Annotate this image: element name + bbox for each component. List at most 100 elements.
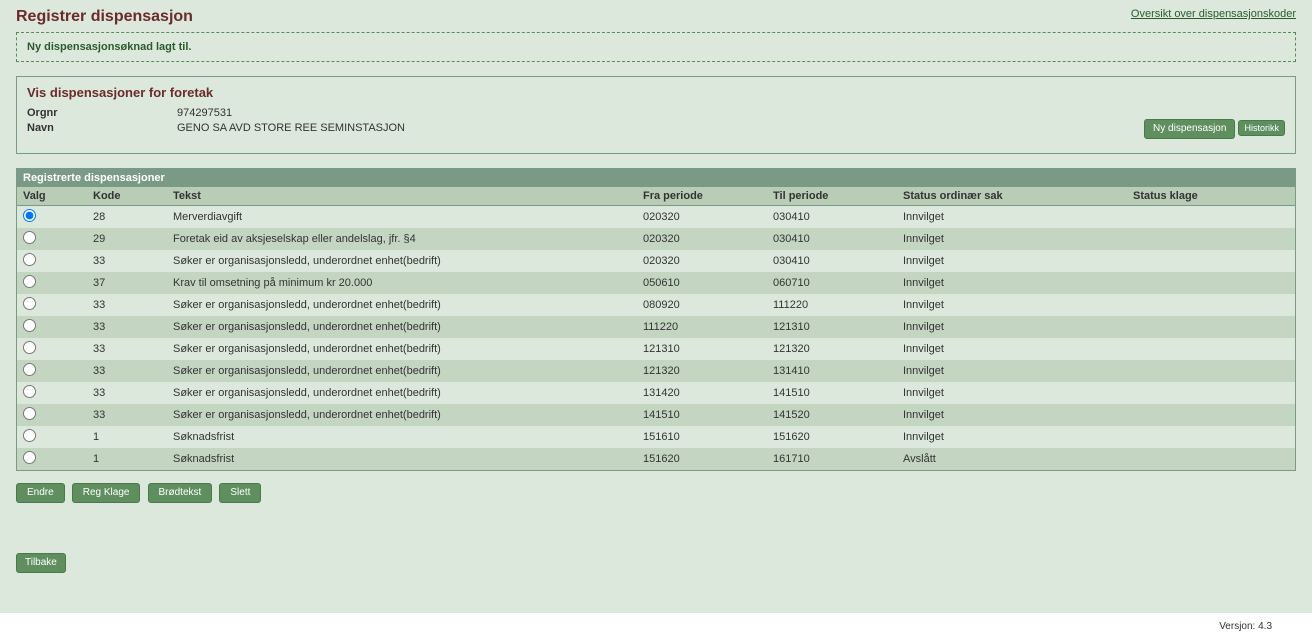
cell-tekst: Søker er organisasjonsledd, underordnet … bbox=[167, 404, 637, 426]
cell-til: 121320 bbox=[767, 338, 897, 360]
cell-klage bbox=[1127, 404, 1295, 426]
table-row: 33Søker er organisasjonsledd, underordne… bbox=[17, 404, 1295, 426]
brodtekst-button[interactable]: Brødtekst bbox=[148, 483, 213, 503]
row-select-radio[interactable] bbox=[23, 231, 36, 244]
orgnr-label: Orgnr bbox=[27, 106, 177, 121]
cell-status: Innvilget bbox=[897, 382, 1127, 404]
new-dispensasjon-button[interactable]: Ny dispensasjon bbox=[1144, 119, 1235, 139]
row-select-radio[interactable] bbox=[23, 407, 36, 420]
row-select-radio[interactable] bbox=[23, 275, 36, 288]
codes-overview-link[interactable]: Oversikt over dispensasjonskoder bbox=[1131, 8, 1296, 20]
cell-status: Innvilget bbox=[897, 338, 1127, 360]
cell-tekst: Søker er organisasjonsledd, underordnet … bbox=[167, 360, 637, 382]
cell-til: 060710 bbox=[767, 272, 897, 294]
cell-tekst: Søker er organisasjonsledd, underordnet … bbox=[167, 338, 637, 360]
col-header-status: Status ordinær sak bbox=[897, 187, 1127, 206]
cell-fra: 020320 bbox=[637, 228, 767, 250]
table-row: 37Krav til omsetning på minimum kr 20.00… bbox=[17, 272, 1295, 294]
row-select-radio[interactable] bbox=[23, 297, 36, 310]
cell-til: 141520 bbox=[767, 404, 897, 426]
cell-klage bbox=[1127, 272, 1295, 294]
cell-kode: 33 bbox=[87, 316, 167, 338]
cell-klage bbox=[1127, 448, 1295, 470]
cell-fra: 080920 bbox=[637, 294, 767, 316]
cell-klage bbox=[1127, 250, 1295, 272]
endre-button[interactable]: Endre bbox=[16, 483, 65, 503]
table-row: 29Foretak eid av aksjeselskap eller ande… bbox=[17, 228, 1295, 250]
cell-fra: 111220 bbox=[637, 316, 767, 338]
cell-status: Innvilget bbox=[897, 426, 1127, 448]
cell-til: 030410 bbox=[767, 250, 897, 272]
table-row: 33Søker er organisasjonsledd, underordne… bbox=[17, 294, 1295, 316]
cell-status: Innvilget bbox=[897, 404, 1127, 426]
orgnr-value: 974297531 bbox=[177, 106, 1285, 121]
cell-kode: 33 bbox=[87, 382, 167, 404]
cell-tekst: Søknadsfrist bbox=[167, 448, 637, 470]
row-select-radio[interactable] bbox=[23, 363, 36, 376]
table-row: 1Søknadsfrist151610151620Innvilget bbox=[17, 426, 1295, 448]
table-row: 33Søker er organisasjonsledd, underordne… bbox=[17, 360, 1295, 382]
col-header-fra: Fra periode bbox=[637, 187, 767, 206]
history-button[interactable]: Historikk bbox=[1238, 120, 1285, 137]
dispensasjoner-table-container: Registrerte dispensasjoner Valg Kode Tek… bbox=[16, 168, 1296, 471]
col-header-valg: Valg bbox=[17, 187, 87, 206]
cell-klage bbox=[1127, 360, 1295, 382]
row-select-radio[interactable] bbox=[23, 429, 36, 442]
row-select-radio[interactable] bbox=[23, 385, 36, 398]
cell-kode: 33 bbox=[87, 294, 167, 316]
cell-tekst: Krav til omsetning på minimum kr 20.000 bbox=[167, 272, 637, 294]
cell-fra: 050610 bbox=[637, 272, 767, 294]
cell-til: 131410 bbox=[767, 360, 897, 382]
success-banner: Ny dispensasjonsøknad lagt til. bbox=[16, 32, 1296, 62]
cell-kode: 1 bbox=[87, 448, 167, 470]
cell-status: Innvilget bbox=[897, 250, 1127, 272]
table-row: 33Søker er organisasjonsledd, underordne… bbox=[17, 250, 1295, 272]
cell-til: 151620 bbox=[767, 426, 897, 448]
table-row: 33Søker er organisasjonsledd, underordne… bbox=[17, 338, 1295, 360]
slett-button[interactable]: Slett bbox=[219, 483, 261, 503]
panel-heading: Vis dispensasjoner for foretak bbox=[27, 85, 1285, 100]
cell-fra: 141510 bbox=[637, 404, 767, 426]
page-title: Registrer dispensasjon bbox=[16, 8, 193, 26]
cell-status: Innvilget bbox=[897, 228, 1127, 250]
cell-til: 141510 bbox=[767, 382, 897, 404]
cell-klage bbox=[1127, 228, 1295, 250]
cell-tekst: Søknadsfrist bbox=[167, 426, 637, 448]
cell-status: Innvilget bbox=[897, 294, 1127, 316]
col-header-til: Til periode bbox=[767, 187, 897, 206]
row-select-radio[interactable] bbox=[23, 209, 36, 222]
table-row: 33Søker er organisasjonsledd, underordne… bbox=[17, 382, 1295, 404]
cell-fra: 151620 bbox=[637, 448, 767, 470]
cell-fra: 020320 bbox=[637, 250, 767, 272]
cell-til: 161710 bbox=[767, 448, 897, 470]
cell-kode: 33 bbox=[87, 250, 167, 272]
cell-fra: 151610 bbox=[637, 426, 767, 448]
row-select-radio[interactable] bbox=[23, 253, 36, 266]
cell-til: 030410 bbox=[767, 228, 897, 250]
tilbake-button[interactable]: Tilbake bbox=[16, 553, 66, 573]
cell-kode: 28 bbox=[87, 205, 167, 228]
cell-kode: 33 bbox=[87, 338, 167, 360]
cell-klage bbox=[1127, 205, 1295, 228]
navn-value: GENO SA AVD STORE REE SEMINSTASJON bbox=[177, 121, 1285, 136]
cell-til: 030410 bbox=[767, 205, 897, 228]
table-row: 28Merverdiavgift020320030410Innvilget bbox=[17, 205, 1295, 228]
row-select-radio[interactable] bbox=[23, 341, 36, 354]
cell-kode: 33 bbox=[87, 404, 167, 426]
row-select-radio[interactable] bbox=[23, 451, 36, 464]
cell-status: Avslått bbox=[897, 448, 1127, 470]
reg-klage-button[interactable]: Reg Klage bbox=[72, 483, 141, 503]
table-row: 1Søknadsfrist151620161710Avslått bbox=[17, 448, 1295, 470]
col-header-klage: Status klage bbox=[1127, 187, 1295, 206]
cell-fra: 020320 bbox=[637, 205, 767, 228]
cell-tekst: Foretak eid av aksjeselskap eller andels… bbox=[167, 228, 637, 250]
col-header-kode: Kode bbox=[87, 187, 167, 206]
cell-klage bbox=[1127, 382, 1295, 404]
dispensasjoner-table: Valg Kode Tekst Fra periode Til periode … bbox=[17, 187, 1295, 470]
cell-til: 121310 bbox=[767, 316, 897, 338]
row-select-radio[interactable] bbox=[23, 319, 36, 332]
cell-fra: 121310 bbox=[637, 338, 767, 360]
cell-tekst: Søker er organisasjonsledd, underordnet … bbox=[167, 294, 637, 316]
version-label: Versjon: 4.3 bbox=[0, 613, 1312, 640]
cell-tekst: Søker er organisasjonsledd, underordnet … bbox=[167, 250, 637, 272]
